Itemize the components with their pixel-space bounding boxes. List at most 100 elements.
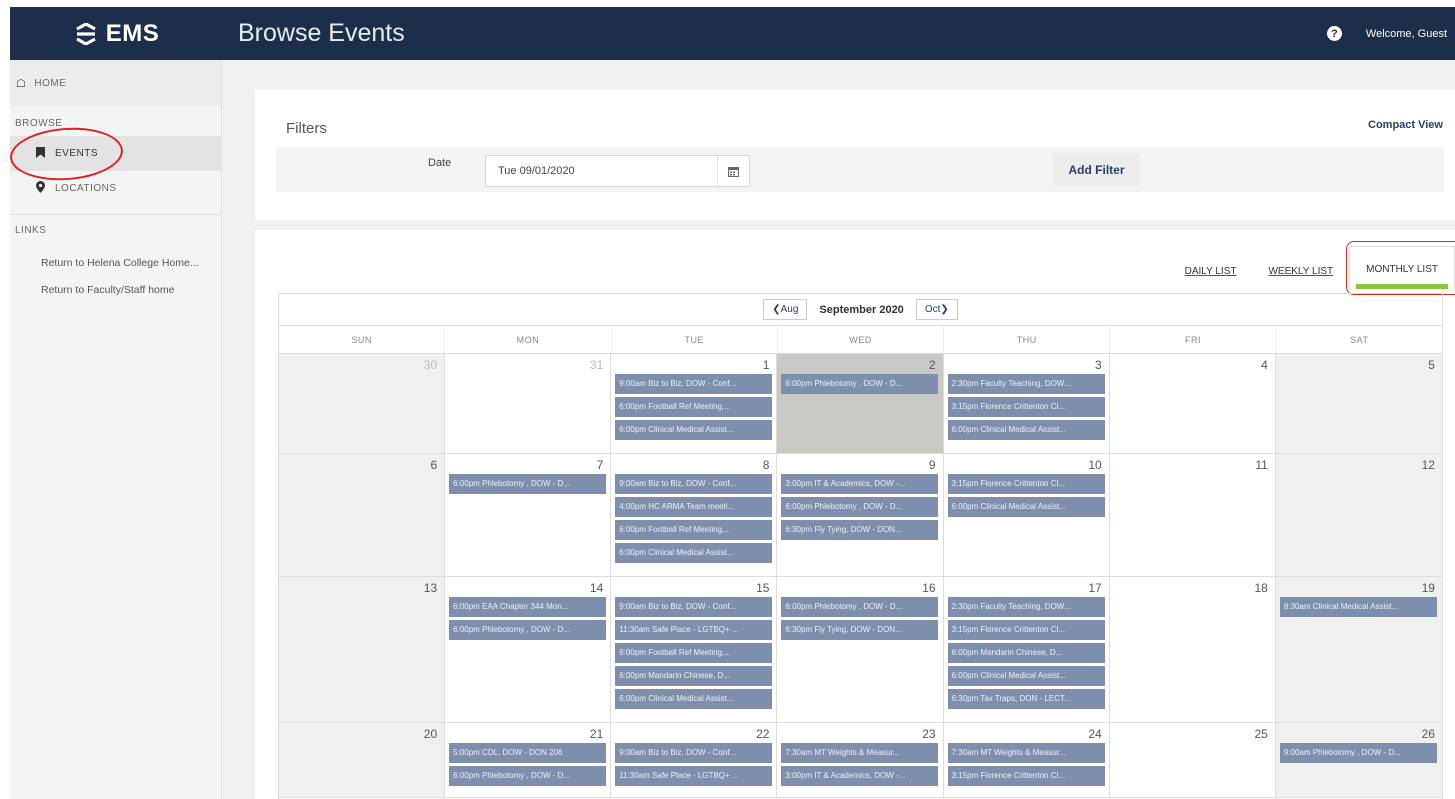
- calendar-icon[interactable]: [717, 156, 749, 186]
- event-item[interactable]: 4:00pm HC ARMA Team meeti...: [615, 497, 773, 517]
- event-item[interactable]: 6:00pm Phlebotomy , DOW - D...: [449, 474, 607, 494]
- calendar-day-cell[interactable]: 2 6:00pm Phlebotomy , DOW - D...: [777, 354, 944, 453]
- day-number[interactable]: 24: [944, 723, 1109, 743]
- calendar-day-cell[interactable]: 6: [279, 454, 446, 576]
- calendar-day-cell[interactable]: 26 9:00am Phlebotomy , DOW - D...: [1275, 723, 1442, 797]
- event-item[interactable]: 11:30am Safe Place - LGTBQ+ ...: [615, 620, 773, 640]
- event-item[interactable]: 6:00pm Football Ref Meeting,...: [615, 643, 773, 663]
- calendar-day-cell[interactable]: 30: [279, 354, 446, 453]
- prev-month-button[interactable]: ❮Aug: [763, 299, 808, 320]
- day-number[interactable]: 9: [777, 454, 942, 474]
- link-faculty-staff-home[interactable]: Return to Faculty/Staff home: [10, 276, 221, 303]
- event-item[interactable]: 8:30am Clinical Medical Assist...: [1279, 597, 1437, 617]
- day-number[interactable]: 15: [611, 577, 776, 597]
- calendar-day-cell[interactable]: 25: [1110, 723, 1276, 797]
- nav-home[interactable]: ☖ HOME: [10, 60, 221, 106]
- calendar-day-cell[interactable]: 23 7:30am MT Weights & Measur... 3:00pm IT…: [777, 723, 944, 797]
- calendar-day-cell[interactable]: 20: [279, 723, 446, 797]
- calendar-day-cell[interactable]: 31: [445, 354, 612, 453]
- day-number[interactable]: 18: [1110, 577, 1275, 597]
- event-item[interactable]: 6:00pm Phlebotomy , DOW - D...: [449, 766, 607, 786]
- tab-daily-list[interactable]: DAILY LIST: [1169, 250, 1253, 287]
- day-number[interactable]: 31: [445, 354, 610, 374]
- day-number[interactable]: 10: [944, 454, 1109, 474]
- event-item[interactable]: 6:00pm Phlebotomy , DOW - D...: [781, 374, 939, 394]
- calendar-day-cell[interactable]: 1 9:00am Biz to Biz, DOW - Conf... 6:00pm …: [611, 354, 778, 453]
- event-item[interactable]: 6:30pm Fly Tying, DOW - DON...: [781, 520, 939, 540]
- next-month-button[interactable]: Oct❯: [915, 299, 958, 320]
- calendar-day-cell[interactable]: 13: [279, 577, 446, 722]
- tab-monthly-list[interactable]: MONTHLY LIST: [1346, 241, 1455, 295]
- event-item[interactable]: 6:00pm Mandarin Chinese, D...: [947, 643, 1105, 663]
- event-item[interactable]: 6:00pm Football Ref Meeting,...: [615, 520, 773, 540]
- event-item[interactable]: 3:15pm Florence Crittenton Cl...: [947, 766, 1105, 786]
- event-item[interactable]: 6:00pm EAA Chapter 344 Mon...: [449, 597, 607, 617]
- calendar-day-cell[interactable]: 5: [1275, 354, 1442, 453]
- event-item[interactable]: 6:00pm Football Ref Meeting,...: [615, 397, 773, 417]
- calendar-day-cell[interactable]: 12: [1275, 454, 1442, 576]
- calendar-day-cell[interactable]: 15 9:00am Biz to Biz, DOW - Conf... 11:30a…: [611, 577, 778, 722]
- calendar-day-cell[interactable]: 10 3:15pm Florence Crittenton Cl... 6:00pm…: [944, 454, 1110, 576]
- event-item[interactable]: 2:30pm Faculty Teaching, DOW...: [947, 374, 1105, 394]
- event-item[interactable]: 3:15pm Florence Crittenton Cl...: [947, 397, 1105, 417]
- ems-logo[interactable]: EMS: [10, 7, 223, 60]
- day-number[interactable]: 11: [1110, 454, 1275, 474]
- calendar-day-cell[interactable]: 3 2:30pm Faculty Teaching, DOW... 3:15pm F…: [944, 354, 1110, 453]
- event-item[interactable]: 9:00am Biz to Biz, DOW - Conf...: [615, 374, 773, 394]
- day-number[interactable]: 23: [777, 723, 942, 743]
- event-item[interactable]: 5:00pm CDL, DOW - DON 206: [449, 743, 607, 763]
- event-item[interactable]: 6:00pm Clinical Medical Assist...: [947, 666, 1105, 686]
- event-item[interactable]: 9:00am Phlebotomy , DOW - D...: [1279, 743, 1437, 763]
- day-number[interactable]: 2: [777, 354, 942, 374]
- event-item[interactable]: 3:15pm Florence Crittenton Cl...: [947, 474, 1105, 494]
- day-number[interactable]: 20: [279, 723, 444, 743]
- event-item[interactable]: 3:00pm IT & Academics, DOW -...: [781, 474, 939, 494]
- event-item[interactable]: 6:00pm Mandarin Chinese, D...: [615, 666, 773, 686]
- day-number[interactable]: 5: [1276, 354, 1442, 374]
- calendar-day-cell[interactable]: 7 6:00pm Phlebotomy , DOW - D...: [445, 454, 612, 576]
- day-number[interactable]: 16: [777, 577, 942, 597]
- event-item[interactable]: 3:15pm Florence Crittenton Cl...: [947, 620, 1105, 640]
- event-item[interactable]: 6:30pm Tax Traps, DON - LECT...: [947, 689, 1105, 709]
- event-item[interactable]: 6:00pm Phlebotomy , DOW - D...: [449, 620, 607, 640]
- day-number[interactable]: 7: [445, 454, 610, 474]
- day-number[interactable]: 26: [1276, 723, 1442, 743]
- event-item[interactable]: 6:00pm Clinical Medical Assist...: [947, 497, 1105, 517]
- calendar-day-cell[interactable]: 9 3:00pm IT & Academics, DOW -... 6:00pm P…: [777, 454, 944, 576]
- day-number[interactable]: 12: [1276, 454, 1442, 474]
- date-value[interactable]: Tue 09/01/2020: [486, 165, 717, 177]
- calendar-day-cell[interactable]: 17 2:30pm Faculty Teaching, DOW... 3:15pm …: [944, 577, 1110, 722]
- day-number[interactable]: 3: [944, 354, 1109, 374]
- event-item[interactable]: 6:00pm Phlebotomy , DOW - D...: [781, 497, 939, 517]
- day-number[interactable]: 22: [611, 723, 776, 743]
- event-item[interactable]: 6:30pm Fly Tying, DOW - DON...: [781, 620, 939, 640]
- event-item[interactable]: 6:00pm Clinical Medical Assist...: [615, 689, 773, 709]
- event-item[interactable]: 9:00am Biz to Biz, DOW - Conf...: [615, 743, 773, 763]
- event-item[interactable]: 7:30am MT Weights & Measur...: [947, 743, 1105, 763]
- help-icon[interactable]: ?: [1326, 26, 1342, 41]
- day-number[interactable]: 1: [611, 354, 776, 374]
- day-number[interactable]: 25: [1110, 723, 1275, 743]
- event-item[interactable]: 6:00pm Phlebotomy , DOW - D...: [781, 597, 939, 617]
- event-item[interactable]: 2:30pm Faculty Teaching, DOW...: [947, 597, 1105, 617]
- calendar-day-cell[interactable]: 4: [1110, 354, 1276, 453]
- day-number[interactable]: 8: [611, 454, 776, 474]
- add-filter-button[interactable]: Add Filter: [1053, 153, 1140, 186]
- event-item[interactable]: 6:00pm Clinical Medical Assist...: [947, 420, 1105, 440]
- calendar-day-cell[interactable]: 16 6:00pm Phlebotomy , DOW - D... 6:30pm F…: [777, 577, 944, 722]
- calendar-day-cell[interactable]: 19 8:30am Clinical Medical Assist...: [1275, 577, 1442, 722]
- calendar-day-cell[interactable]: 24 7:30am MT Weights & Measur... 3:15pm Fl…: [944, 723, 1110, 797]
- day-number[interactable]: 17: [944, 577, 1109, 597]
- tab-weekly-list[interactable]: WEEKLY LIST: [1252, 250, 1349, 287]
- calendar-day-cell[interactable]: 21 5:00pm CDL, DOW - DON 206 6:00pm Phlebo…: [445, 723, 612, 797]
- event-item[interactable]: 6:00pm Clinical Medical Assist...: [615, 420, 773, 440]
- day-number[interactable]: 13: [279, 577, 444, 597]
- welcome-user-menu[interactable]: Welcome, Guest: [1366, 28, 1447, 40]
- calendar-day-cell[interactable]: 8 9:00am Biz to Biz, DOW - Conf... 4:00pm …: [611, 454, 778, 576]
- event-item[interactable]: 3:00pm IT & Academics, DOW -...: [781, 766, 939, 786]
- calendar-day-cell[interactable]: 18: [1110, 577, 1276, 722]
- day-number[interactable]: 4: [1110, 354, 1275, 374]
- event-item[interactable]: 6:00pm Clinical Medical Assist...: [615, 543, 773, 563]
- compact-view-link[interactable]: Compact View: [1368, 119, 1443, 131]
- day-number[interactable]: 30: [279, 354, 444, 374]
